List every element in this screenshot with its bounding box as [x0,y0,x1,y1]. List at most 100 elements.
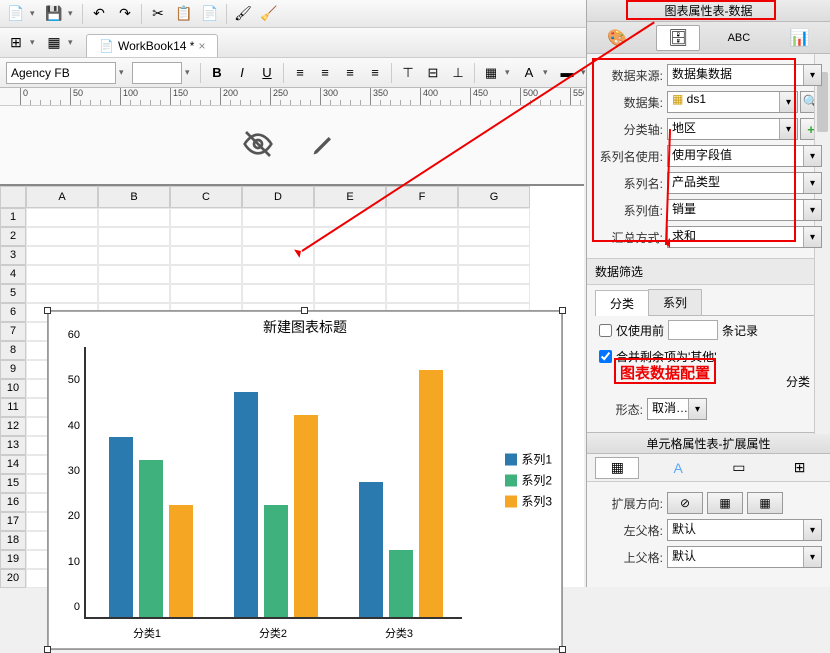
chart-object[interactable]: 新建图表标题 0102030405060 分类1分类2分类3 系列1系列2系列3 [47,310,563,650]
save-icon[interactable]: 💾 [42,3,66,25]
series-name-select[interactable]: 产品类型▾ [667,172,822,194]
use-top-input[interactable] [668,320,718,340]
subtab-category[interactable]: 分类 [595,290,649,316]
up-parent-select[interactable]: 默认▾ [667,546,822,568]
cell[interactable] [242,227,314,246]
cell[interactable] [242,265,314,284]
row-header[interactable]: 6 [0,303,26,322]
left-parent-select[interactable]: 默认▾ [667,519,822,541]
file-tab[interactable]: 📄 WorkBook14 * × [86,34,218,57]
cell[interactable] [26,208,98,227]
cell-tab-3[interactable]: ▭ [717,457,761,479]
row-header[interactable]: 1 [0,208,26,227]
row-header[interactable]: 8 [0,341,26,360]
cell-tab-1[interactable]: ▦ [595,457,639,479]
cell[interactable] [242,246,314,265]
col-header[interactable]: C [170,186,242,208]
align-left-icon[interactable]: ≡ [289,62,311,84]
row-header[interactable]: 10 [0,379,26,398]
cut-icon[interactable]: ✂ [146,3,170,25]
italic-button[interactable]: I [231,62,253,84]
use-top-checkbox[interactable] [599,324,612,337]
redo-icon[interactable]: ↷ [113,3,137,25]
cell[interactable] [26,265,98,284]
row-header[interactable]: 19 [0,550,26,569]
underline-button[interactable]: U [256,62,278,84]
row-header[interactable]: 15 [0,474,26,493]
col-header[interactable]: F [386,186,458,208]
cell[interactable] [386,246,458,265]
series-name-use-select[interactable]: 使用字段值▾ [667,145,822,167]
expand-h-button[interactable]: ▦ [707,492,743,514]
row-header[interactable]: 5 [0,284,26,303]
valign-bot-icon[interactable]: ⊥ [447,62,469,84]
undo-icon[interactable]: ↶ [87,3,111,25]
cell[interactable] [170,265,242,284]
cell[interactable] [314,246,386,265]
datasource-select[interactable]: 数据集数据▾ [667,64,822,86]
row-header[interactable]: 3 [0,246,26,265]
align-center-icon[interactable]: ≡ [314,62,336,84]
valign-top-icon[interactable]: ⊤ [397,62,419,84]
row-header[interactable]: 18 [0,531,26,550]
align-right-icon[interactable]: ≡ [339,62,361,84]
row-header[interactable]: 17 [0,512,26,531]
row-header[interactable]: 16 [0,493,26,512]
cell[interactable] [458,265,530,284]
broom-icon[interactable]: 🧹 [257,3,281,25]
cell[interactable] [98,265,170,284]
panel-tab-special[interactable]: 📊 [778,25,822,51]
row-header[interactable]: 7 [0,322,26,341]
pen-icon[interactable] [306,126,342,162]
subtab-series[interactable]: 系列 [648,289,702,315]
expand-v-button[interactable]: ▦ [747,492,783,514]
cell[interactable] [386,265,458,284]
table-icon[interactable]: ▦ [42,32,66,54]
category-axis-select[interactable]: 地区▾ [667,118,798,140]
font-select[interactable] [6,62,116,84]
eye-off-icon[interactable] [240,126,276,162]
dataset-select[interactable]: ▦ ds1▾ [667,91,798,113]
cell[interactable] [170,208,242,227]
cell[interactable] [458,284,530,303]
col-header[interactable]: G [458,186,530,208]
row-header[interactable]: 20 [0,569,26,588]
col-header[interactable]: B [98,186,170,208]
new-icon[interactable]: 📄 [4,3,28,25]
cell[interactable] [458,246,530,265]
merge-rest-checkbox[interactable] [599,350,612,363]
cell[interactable] [98,284,170,303]
copy-icon[interactable]: 📋 [172,3,196,25]
cell[interactable] [170,227,242,246]
panel-tab-data[interactable]: 🗄 [656,25,700,51]
format-brush-icon[interactable]: 🖌 [231,3,255,25]
cell-tab-4[interactable]: ⊞ [778,457,822,479]
border-icon[interactable]: ▦ [480,62,502,84]
cell[interactable] [314,208,386,227]
row-header[interactable]: 9 [0,360,26,379]
shape-select[interactable]: 取消…▾ [647,398,707,420]
paste-icon[interactable]: 📄 [198,3,222,25]
cell[interactable] [314,284,386,303]
cell[interactable] [242,208,314,227]
cell[interactable] [98,246,170,265]
cell[interactable] [386,284,458,303]
cell[interactable] [458,227,530,246]
window-icon[interactable]: ⊞ [4,32,28,54]
panel-tab-text[interactable]: ABC [717,25,761,51]
design-canvas[interactable] [0,106,584,186]
col-header[interactable]: A [26,186,98,208]
series-value-select[interactable]: 销量▾ [667,199,822,221]
valign-mid-icon[interactable]: ⊟ [422,62,444,84]
cell[interactable] [26,284,98,303]
align-justify-icon[interactable]: ≡ [364,62,386,84]
cell[interactable] [386,208,458,227]
cell-tab-2[interactable]: A [656,457,700,479]
cell[interactable] [242,284,314,303]
font-size-select[interactable] [132,62,182,84]
cell[interactable] [314,227,386,246]
cell[interactable] [386,227,458,246]
cell[interactable] [170,246,242,265]
cell[interactable] [458,208,530,227]
expand-none-button[interactable]: ⊘ [667,492,703,514]
